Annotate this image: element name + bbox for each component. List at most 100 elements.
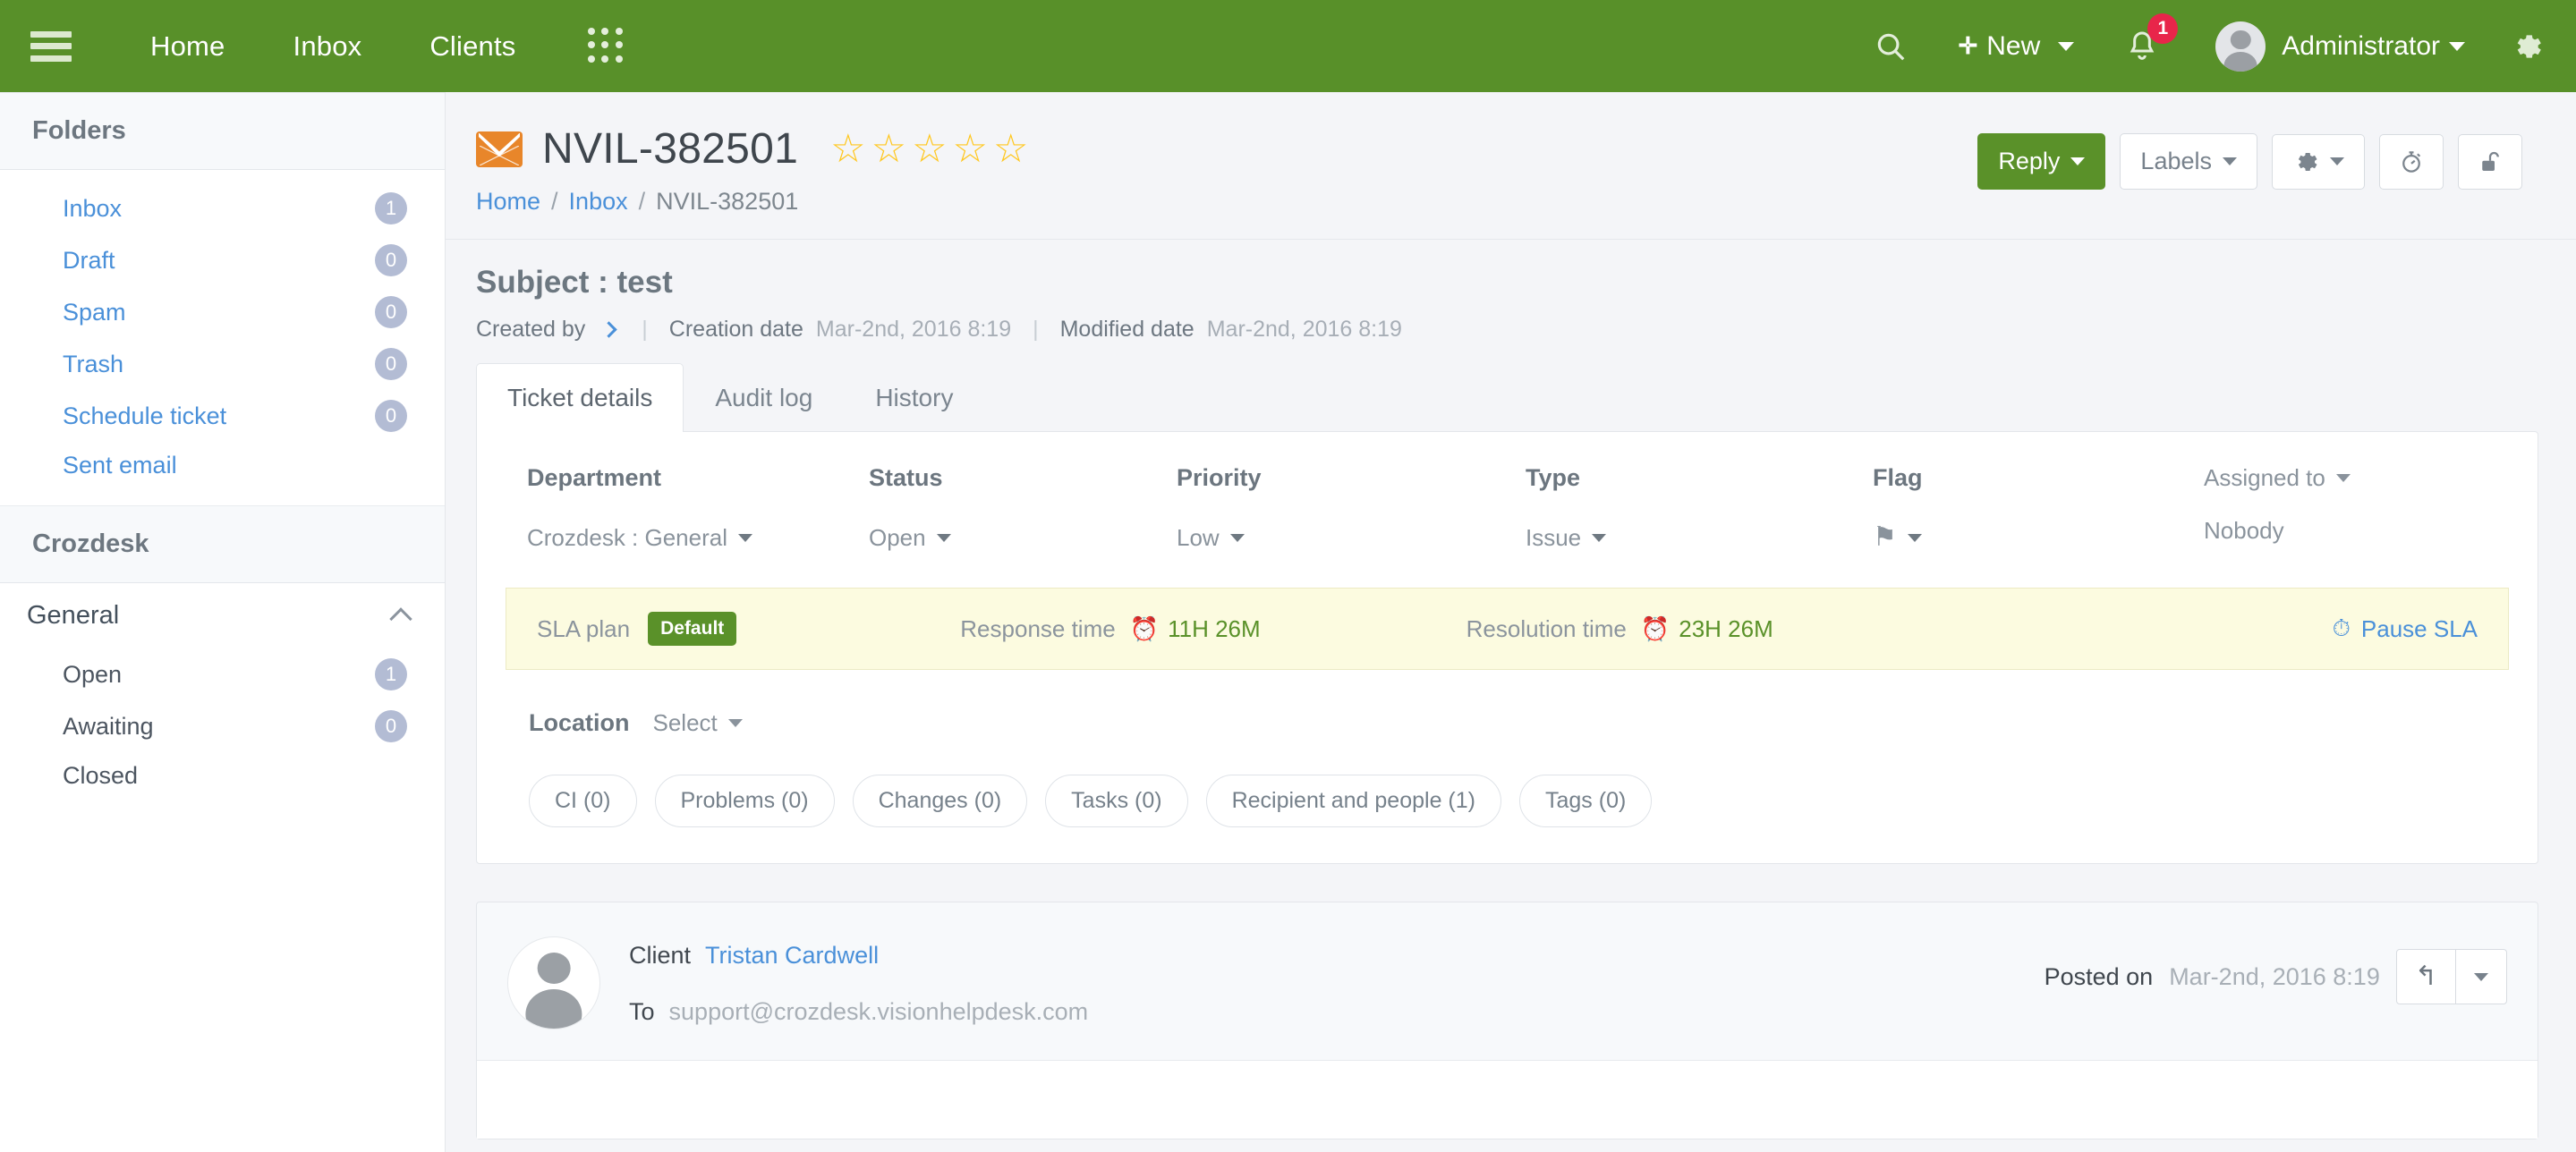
hamburger-bar xyxy=(30,43,72,49)
to-label: To xyxy=(629,998,655,1025)
sidebar-item-label: Schedule ticket xyxy=(63,402,227,429)
pill-tasks[interactable]: Tasks (0) xyxy=(1045,775,1188,827)
star-icon[interactable]: ☆ xyxy=(830,129,865,169)
reply-button[interactable]: Reply xyxy=(1977,133,2106,190)
nav-item-home[interactable]: Home xyxy=(116,30,259,63)
field-flag: Flag ⚑ xyxy=(1873,464,2204,551)
sidebar-item-label: Closed xyxy=(63,762,139,789)
star-icon[interactable]: ☆ xyxy=(912,129,947,169)
message-more-button[interactable] xyxy=(2455,949,2507,1004)
sidebar-general-list: Open 1 Awaiting 0 Closed xyxy=(0,648,445,816)
sidebar-item-label: Awaiting xyxy=(63,712,154,740)
chevron-down-icon xyxy=(936,534,951,542)
star-icon[interactable]: ☆ xyxy=(871,129,906,169)
message-client-line: Client Tristan Cardwell xyxy=(629,942,2045,970)
labels-button-label: Labels xyxy=(2140,148,2212,174)
user-name-label: Administrator xyxy=(2282,30,2440,61)
unlock-icon xyxy=(2482,151,2499,171)
to-value: support@crozdesk.visionhelpdesk.com xyxy=(668,998,1089,1025)
chevron-down-icon xyxy=(2449,41,2465,51)
sidebar-group-general[interactable]: General xyxy=(0,583,445,648)
flag-select[interactable]: ⚑ xyxy=(1873,524,2204,551)
pill-recipient-and-people[interactable]: Recipient and people (1) xyxy=(1205,775,1501,827)
grid-dot xyxy=(601,41,609,49)
subject-block: Subject : test Created by | Creation dat… xyxy=(446,240,2576,362)
sidebar-item-label: Open xyxy=(63,660,123,688)
ticket-settings-button[interactable] xyxy=(2272,133,2365,190)
tab-history[interactable]: History xyxy=(844,363,984,432)
sidebar-item-trash[interactable]: Trash 0 xyxy=(0,338,445,390)
sidebar-item-awaiting[interactable]: Awaiting 0 xyxy=(0,700,445,752)
assigned-to-label: Assigned to xyxy=(2204,464,2325,491)
sidebar-item-closed[interactable]: Closed xyxy=(0,752,445,800)
nav-item-clients[interactable]: Clients xyxy=(395,30,549,63)
sidebar-group-label: General xyxy=(27,601,120,630)
grid-dot xyxy=(615,27,623,35)
timer-button[interactable] xyxy=(2379,133,2444,190)
pill-ci[interactable]: CI (0) xyxy=(529,775,637,827)
sidebar-item-sent-email[interactable]: Sent email xyxy=(0,442,445,489)
pause-sla-button[interactable]: ⏱ Pause SLA xyxy=(2333,614,2478,643)
star-icon[interactable]: ☆ xyxy=(993,129,1028,169)
lock-button[interactable] xyxy=(2458,133,2522,190)
grid-dot xyxy=(601,55,609,63)
message-to-line: To support@crozdesk.visionhelpdesk.com xyxy=(629,998,2045,1026)
ticket-header: NVIL-382501 ☆ ☆ ☆ ☆ ☆ Home / Inbox / NVI… xyxy=(446,92,2576,240)
alarm-clock-icon: ⏰ xyxy=(1640,614,1671,642)
reply-button-label: Reply xyxy=(1998,148,2061,174)
flag-label: Flag xyxy=(1873,464,1923,491)
pill-changes[interactable]: Changes (0) xyxy=(852,775,1028,827)
tab-audit-log[interactable]: Audit log xyxy=(684,363,844,432)
chevron-down-icon xyxy=(1229,534,1245,542)
chevron-down-icon xyxy=(2474,972,2488,981)
type-select[interactable]: Issue xyxy=(1526,524,1873,552)
hamburger-menu-icon[interactable] xyxy=(30,30,72,62)
priority-select[interactable]: Low xyxy=(1177,524,1526,552)
priority-value: Low xyxy=(1177,524,1220,551)
search-icon[interactable] xyxy=(1874,30,1908,64)
nav-item-inbox[interactable]: Inbox xyxy=(259,30,396,63)
notifications-button[interactable]: 1 xyxy=(2124,13,2179,65)
sla-plan-label: SLA plan xyxy=(537,614,631,642)
gear-icon xyxy=(2298,152,2317,171)
field-priority: Priority Low xyxy=(1177,464,1526,552)
grid-apps-icon[interactable] xyxy=(587,27,625,65)
sidebar-item-label: Trash xyxy=(63,350,124,377)
labels-button[interactable]: Labels xyxy=(2120,133,2257,190)
sidebar-item-draft[interactable]: Draft 0 xyxy=(0,234,445,286)
breadcrumb-item-home[interactable]: Home xyxy=(476,188,540,216)
chevron-right-icon[interactable] xyxy=(600,321,617,338)
assigned-to-value: Nobody xyxy=(2204,517,2284,544)
chevron-down-icon xyxy=(2335,474,2351,482)
rating-stars[interactable]: ☆ ☆ ☆ ☆ ☆ xyxy=(830,129,1028,169)
client-label: Client xyxy=(629,942,692,969)
type-value: Issue xyxy=(1526,524,1582,551)
reply-message-button[interactable]: ↰ xyxy=(2395,949,2456,1004)
sidebar-item-label: Draft xyxy=(63,246,115,274)
chevron-down-icon xyxy=(1907,533,1922,542)
sidebar-item-label: Inbox xyxy=(63,194,123,222)
top-navigation-bar: Home Inbox Clients ✛ New 1 Administrator xyxy=(0,0,2576,92)
sidebar-item-spam[interactable]: Spam 0 xyxy=(0,286,445,338)
location-select[interactable]: Select xyxy=(653,709,743,737)
breadcrumb-separator: / xyxy=(551,188,558,215)
user-menu[interactable]: Administrator xyxy=(2215,21,2465,72)
breadcrumb-item-inbox[interactable]: Inbox xyxy=(569,188,628,216)
department-select[interactable]: Crozdesk : General xyxy=(527,524,869,552)
sidebar-item-schedule-ticket[interactable]: Schedule ticket 0 xyxy=(0,390,445,442)
status-label: Status xyxy=(869,464,943,491)
pill-problems[interactable]: Problems (0) xyxy=(654,775,835,827)
sidebar-item-open[interactable]: Open 1 xyxy=(0,648,445,700)
settings-gear-icon[interactable] xyxy=(2510,30,2544,64)
client-name-link[interactable]: Tristan Cardwell xyxy=(705,942,879,970)
field-status: Status Open xyxy=(869,464,1177,552)
new-button[interactable]: ✛ New xyxy=(1958,31,2075,62)
message-action-buttons: ↰ xyxy=(2395,949,2507,1004)
status-value: Open xyxy=(869,524,926,551)
tab-ticket-details[interactable]: Ticket details xyxy=(476,363,684,432)
star-icon[interactable]: ☆ xyxy=(953,129,988,169)
sidebar-item-inbox[interactable]: Inbox 1 xyxy=(0,182,445,234)
status-select[interactable]: Open xyxy=(869,524,1177,552)
assigned-to-select[interactable]: Assigned to xyxy=(2204,464,2351,492)
pill-tags[interactable]: Tags (0) xyxy=(1518,775,1653,827)
